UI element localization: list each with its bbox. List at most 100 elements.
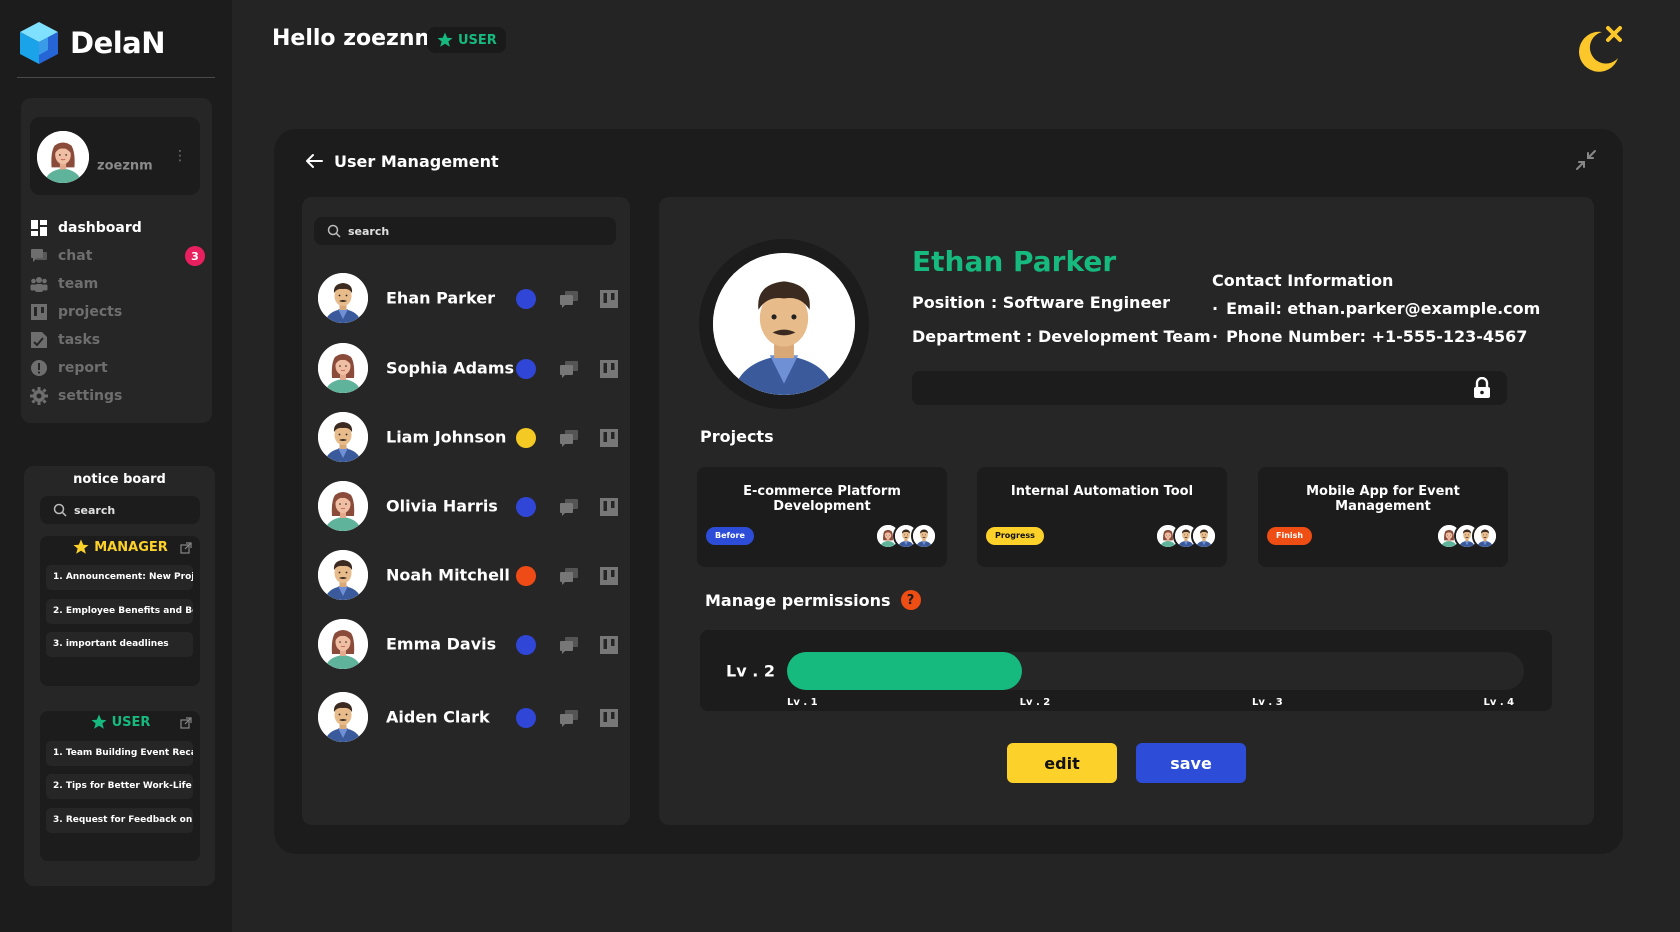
sidebar: DelaN zoeznm ⋮ dashboard chat 3 team project… xyxy=(0,0,232,932)
sidebar-item-projects[interactable]: projects xyxy=(30,298,205,326)
user-list-item[interactable]: Olivia Harris xyxy=(318,481,618,533)
user-list-item[interactable]: Aiden Clark xyxy=(318,692,618,744)
tasks-icon xyxy=(30,331,48,349)
collapse-icon[interactable] xyxy=(1575,149,1597,171)
sidebar-item-tasks[interactable]: tasks xyxy=(30,326,205,354)
sidebar-item-label: report xyxy=(58,360,108,376)
help-icon[interactable]: ? xyxy=(900,590,921,610)
contact-phone-text: Phone Number: +1-555-123-4567 xyxy=(1226,327,1528,346)
chat-icon[interactable] xyxy=(559,566,579,586)
report-icon xyxy=(30,359,48,377)
user-management-panel: User Management search Ehan Parker Sophia… xyxy=(274,129,1623,854)
project-card[interactable]: E-commerce Platform Development Before xyxy=(697,467,947,567)
avatar xyxy=(318,550,368,600)
cube-logo-icon xyxy=(20,22,58,64)
sidebar-item-chat[interactable]: chat 3 xyxy=(30,242,205,270)
contact-email: · Email: ethan.parker@example.com xyxy=(1212,299,1540,318)
star-icon xyxy=(437,32,453,47)
sidebar-item-label: dashboard xyxy=(58,220,142,236)
bullet: · xyxy=(1212,327,1219,346)
permission-slider[interactable] xyxy=(787,652,1524,690)
project-card[interactable]: Mobile App for Event Management Finish xyxy=(1258,467,1508,567)
permission-level-box: Lv . 2 Lv . 1 Lv . 2 Lv . 3 Lv . 4 xyxy=(700,630,1552,711)
project-team xyxy=(1155,523,1217,549)
chat-icon[interactable] xyxy=(559,708,579,728)
user-position: Position : Software Engineer xyxy=(912,293,1171,312)
contact-email-text: Email: ethan.parker@example.com xyxy=(1226,299,1541,318)
kanban-icon[interactable] xyxy=(599,566,619,586)
profile-card[interactable]: zoeznm ⋮ xyxy=(30,117,200,195)
sidebar-item-report[interactable]: report xyxy=(30,354,205,382)
notice-item[interactable]: 2. Tips for Better Work-Life Ba xyxy=(46,774,193,799)
sidebar-item-label: chat xyxy=(58,248,93,264)
search-icon xyxy=(327,224,341,238)
chat-icon[interactable] xyxy=(559,289,579,309)
chat-icon[interactable] xyxy=(559,428,579,448)
sidebar-item-team[interactable]: team xyxy=(30,270,205,298)
edit-button[interactable]: edit xyxy=(1007,743,1117,783)
permission-tick-label: Lv . 4 xyxy=(1483,697,1515,708)
manager-notice-header: MANAGER xyxy=(40,538,200,556)
user-notice-header: USER xyxy=(40,713,200,731)
chat-icon[interactable] xyxy=(559,497,579,517)
role-label: USER xyxy=(458,32,497,48)
notice-item[interactable]: 2. Employee Benefits and Benef xyxy=(46,599,193,624)
gear-icon xyxy=(30,387,48,405)
kanban-icon[interactable] xyxy=(599,359,619,379)
project-status-badge: Finish xyxy=(1267,527,1313,545)
permission-tick-label: Lv . 3 xyxy=(1252,697,1283,708)
sidebar-item-label: tasks xyxy=(58,332,101,348)
status-indicator xyxy=(516,428,536,448)
status-indicator xyxy=(516,359,536,379)
save-button[interactable]: save xyxy=(1136,743,1246,783)
project-team xyxy=(875,523,937,549)
app-logo[interactable]: DelaN xyxy=(18,20,166,66)
permissions-title-text: Manage permissions xyxy=(705,590,891,610)
kanban-icon[interactable] xyxy=(599,708,619,728)
user-list-item[interactable]: Ehan Parker xyxy=(318,273,618,325)
arrow-left-icon[interactable] xyxy=(304,151,324,171)
avatar xyxy=(1472,523,1498,549)
moon-icon[interactable] xyxy=(1572,24,1624,76)
external-link-icon[interactable] xyxy=(180,542,192,554)
notice-item[interactable]: 1. Team Building Event Recap xyxy=(46,741,193,766)
avatar xyxy=(318,481,368,531)
kanban-icon[interactable] xyxy=(599,497,619,517)
more-vertical-icon[interactable]: ⋮ xyxy=(173,149,187,163)
notice-search-input[interactable]: search xyxy=(40,496,200,524)
greeting: Hello zoeznm xyxy=(272,26,438,51)
nav-list: dashboard chat 3 team projects tasks report set… xyxy=(30,214,205,410)
sidebar-item-dashboard[interactable]: dashboard xyxy=(30,214,205,242)
status-indicator xyxy=(516,708,536,728)
project-status-badge: Progress xyxy=(986,527,1044,545)
external-link-icon[interactable] xyxy=(180,717,192,729)
user-list-item[interactable]: Noah Mitchell xyxy=(318,550,618,602)
manager-label: MANAGER xyxy=(94,539,168,555)
project-title: Internal Automation Tool xyxy=(1010,484,1194,499)
kanban-icon[interactable] xyxy=(599,289,619,309)
status-indicator xyxy=(516,635,536,655)
notice-item[interactable]: 1. Announcement: New Project xyxy=(46,565,193,590)
notice-item[interactable]: 3. important deadlines xyxy=(46,632,193,657)
user-list-item[interactable]: Emma Davis xyxy=(318,619,618,671)
sidebar-item-label: settings xyxy=(58,388,123,404)
user-list-item[interactable]: Liam Johnson xyxy=(318,412,618,464)
user-name: Ehan Parker xyxy=(386,288,496,308)
notice-board-title: notice board xyxy=(73,472,166,487)
status-indicator xyxy=(516,497,536,517)
projects-icon xyxy=(30,303,48,321)
kanban-icon[interactable] xyxy=(599,635,619,655)
contact-title: Contact Information xyxy=(1212,271,1394,290)
lock-icon[interactable] xyxy=(1473,377,1491,399)
chat-icon[interactable] xyxy=(559,359,579,379)
page-title-text: User Management xyxy=(334,151,499,171)
user-search-input[interactable]: search xyxy=(314,217,616,245)
page-title: User Management xyxy=(304,151,499,171)
project-card[interactable]: Internal Automation Tool Progress xyxy=(977,467,1227,567)
user-list-item[interactable]: Sophia Adams xyxy=(318,343,618,395)
sidebar-item-settings[interactable]: settings xyxy=(30,382,205,410)
notice-item[interactable]: 3. Request for Feedback on Ne xyxy=(46,808,193,833)
user-list-panel: search Ehan Parker Sophia Adams Liam Johns… xyxy=(302,197,630,825)
kanban-icon[interactable] xyxy=(599,428,619,448)
chat-icon[interactable] xyxy=(559,635,579,655)
